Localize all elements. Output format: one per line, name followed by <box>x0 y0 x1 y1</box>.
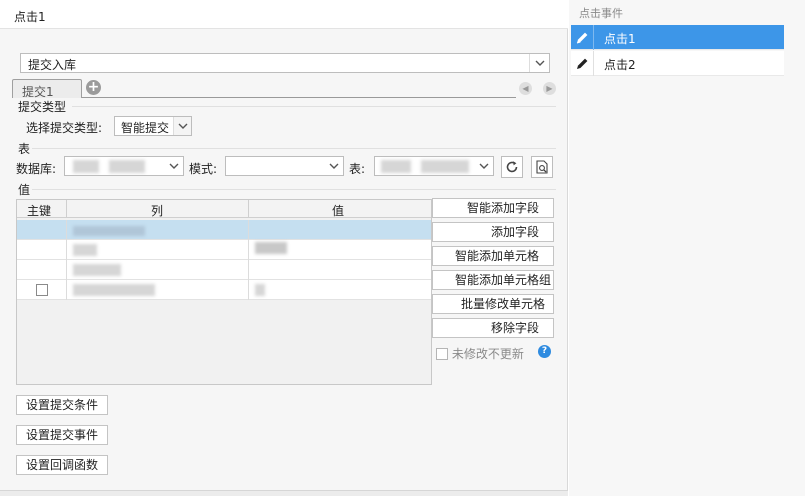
table-row[interactable] <box>17 260 431 280</box>
unchanged-no-update-label: 未修改不更新 <box>451 347 524 361</box>
title-bar: 点击1 <box>0 0 568 29</box>
help-icon[interactable]: ? <box>538 345 551 358</box>
redacted-value <box>109 160 145 173</box>
tab-submit-1[interactable]: 提交1 <box>12 79 82 99</box>
chevron-down-icon[interactable] <box>475 157 493 175</box>
database-select[interactable] <box>64 156 184 176</box>
divider <box>72 106 556 107</box>
redacted-value <box>73 284 155 296</box>
add-field-button[interactable]: 添加字段 <box>432 222 554 242</box>
events-panel-title: 点击事件 <box>579 7 623 20</box>
chevron-down-icon[interactable] <box>325 157 343 175</box>
table-heading: 表 <box>18 142 31 156</box>
redacted-value <box>73 160 99 173</box>
table-select[interactable] <box>374 156 494 176</box>
schema-label: 模式: <box>189 162 218 176</box>
unchanged-no-update-checkbox[interactable] <box>436 348 448 360</box>
batch-modify-cell-button[interactable]: 批量修改单元格 <box>432 294 554 314</box>
table-row[interactable] <box>17 240 431 260</box>
submit-type-heading: 提交类型 <box>18 100 67 114</box>
smart-add-cell-button[interactable]: 智能添加单元格 <box>432 246 554 266</box>
add-tab-icon[interactable]: + <box>86 80 101 95</box>
database-label: 数据库: <box>16 162 57 176</box>
redacted-value <box>73 264 121 276</box>
set-submit-event-button[interactable]: 设置提交事件 <box>16 425 108 445</box>
table-row[interactable] <box>17 280 431 300</box>
event-item-click-2[interactable]: 点击2 <box>571 51 784 76</box>
bottom-scrollbar[interactable] <box>0 490 568 496</box>
value-heading: 值 <box>18 183 31 197</box>
smart-add-field-button[interactable]: 智能添加字段 <box>432 198 554 218</box>
divider <box>32 189 556 190</box>
submit-type-label: 选择提交类型: <box>26 121 103 135</box>
redacted-value <box>255 284 265 296</box>
redacted-value <box>421 160 469 173</box>
redacted-value <box>381 160 411 173</box>
remove-field-button[interactable]: 移除字段 <box>432 318 554 338</box>
redacted-value <box>73 244 97 256</box>
smart-add-cell-group-button[interactable]: 智能添加单元格组 <box>432 270 554 290</box>
scroll-left-icon[interactable]: ◀ <box>519 82 532 95</box>
edit-icon[interactable] <box>571 51 594 76</box>
dialog-root: 点击1 提交入库 提交1 + ◀ ▶ 提交类型 选择提交类型: 智能提交 表 数… <box>0 0 805 496</box>
event-label: 点击1 <box>604 32 636 46</box>
action-type-value: 提交入库 <box>28 58 77 72</box>
column-divider <box>248 200 249 218</box>
dialog-title: 点击1 <box>14 10 46 24</box>
schema-select[interactable] <box>225 156 344 176</box>
column-header-value: 值 <box>332 204 345 218</box>
unchanged-no-update-option[interactable]: 未修改不更新 <box>436 345 524 362</box>
set-submit-condition-button[interactable]: 设置提交条件 <box>16 395 108 415</box>
divider <box>32 148 556 149</box>
chevron-down-icon[interactable] <box>173 117 191 135</box>
table-row[interactable] <box>17 220 431 240</box>
scroll-right-icon[interactable]: ▶ <box>543 82 556 95</box>
field-mapping-table[interactable]: 主键 列 值 <box>16 199 432 385</box>
event-config-panel: 点击1 提交入库 提交1 + ◀ ▶ 提交类型 选择提交类型: 智能提交 表 数… <box>0 0 568 496</box>
edit-icon[interactable] <box>571 25 594 50</box>
preview-icon[interactable] <box>531 156 553 178</box>
column-header-column: 列 <box>151 204 164 218</box>
redacted-value <box>73 226 145 236</box>
event-item-click-1[interactable]: 点击1 <box>571 25 784 50</box>
submit-type-select[interactable]: 智能提交 <box>114 116 192 136</box>
submit-type-value: 智能提交 <box>121 121 170 135</box>
action-type-select[interactable]: 提交入库 <box>20 53 550 73</box>
event-label: 点击2 <box>604 58 636 72</box>
chevron-down-icon[interactable] <box>165 157 183 175</box>
chevron-down-icon[interactable] <box>529 54 549 72</box>
tab-strip-line <box>12 97 516 98</box>
primary-key-checkbox[interactable] <box>36 284 48 296</box>
refresh-icon[interactable] <box>501 156 523 178</box>
redacted-value <box>255 242 287 254</box>
table-header: 主键 列 值 <box>17 200 431 218</box>
column-header-primary-key: 主键 <box>27 204 52 218</box>
column-divider <box>66 200 67 218</box>
table-label: 表: <box>349 162 366 176</box>
events-panel: 点击事件 点击1 点击2 <box>569 0 805 496</box>
set-callback-function-button[interactable]: 设置回调函数 <box>16 455 108 475</box>
